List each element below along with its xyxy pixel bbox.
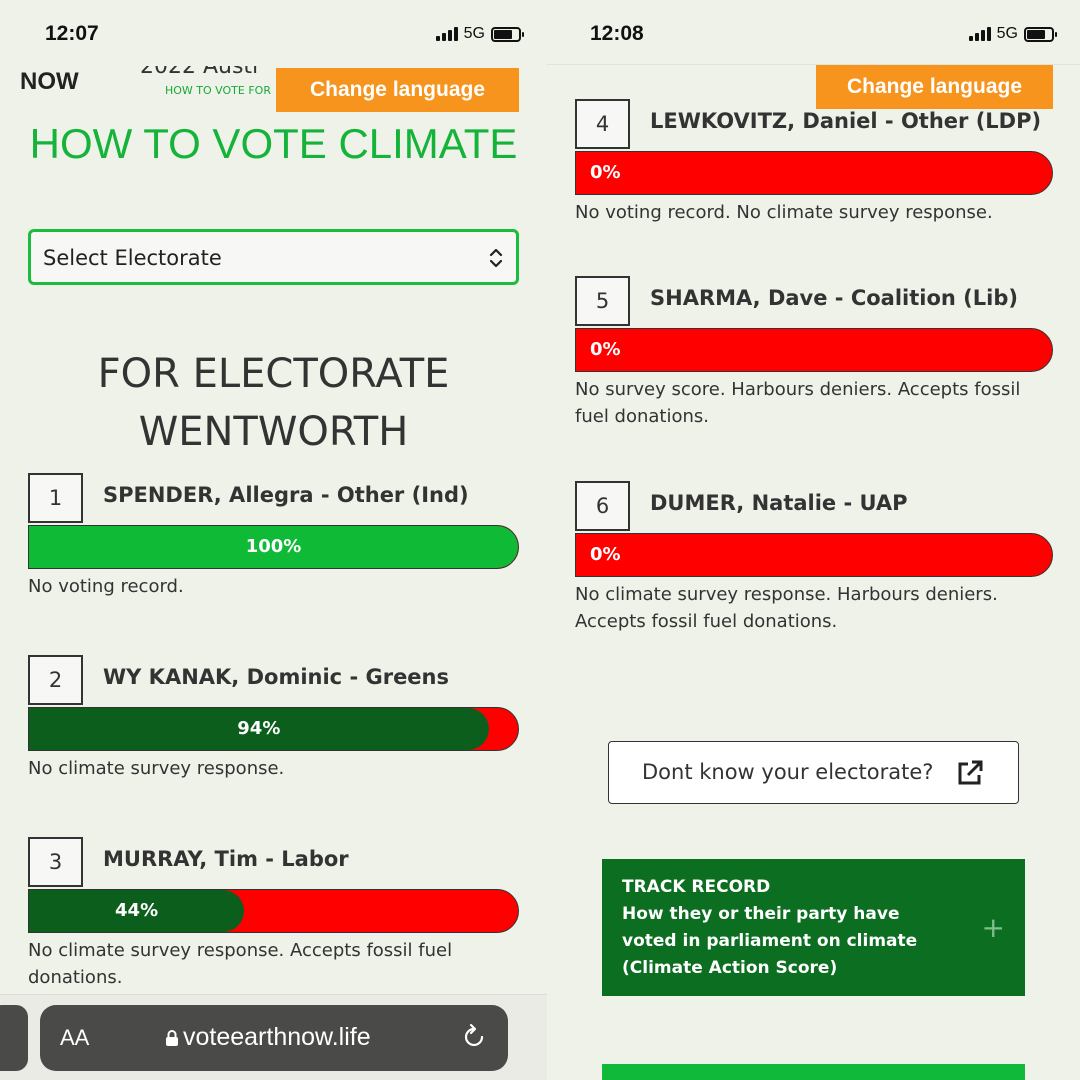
track-record-accordion[interactable]: TRACK RECORD How they or their party hav… [602,859,1025,996]
url-text: voteearthnow.life [183,1023,371,1051]
electorate-heading-line1: FOR ELECTORATE [97,351,450,397]
candidate-rank: 6 [575,481,630,531]
score-bar: 94% [28,707,519,751]
status-icons: 5G [435,25,524,43]
chevron-up-down-icon [489,248,503,268]
external-link-icon [958,760,983,785]
signal-icon [968,27,991,41]
candidate-rank: 1 [28,473,83,523]
status-icons: 5G [968,25,1057,43]
candidate-rank: 3 [28,837,83,887]
page-title: HOW TO VOTE CLIMATE [29,120,518,167]
candidate-name: WY KANAK, Dominic - Greens [103,665,449,689]
score-bar: 0% [575,328,1053,372]
right-screenshot: 12:08 5G Change language 4 LEWKOVITZ, Da… [547,0,1080,1080]
candidate-note: No voting record. No climate survey resp… [575,202,993,223]
electorate-heading: FOR ELECTORATE WENTWORTH [0,345,547,461]
score-bar: 100% [28,525,519,569]
reload-icon[interactable] [460,1023,488,1051]
score-bar: 44% [28,889,519,933]
browser-toolbar: AA voteearthnow.life [0,994,547,1080]
select-electorate-dropdown[interactable]: Select Electorate [28,229,519,285]
battery-icon [1024,26,1057,42]
candidate-rank: 4 [575,99,630,149]
candidate-note: No voting record. [28,576,184,597]
track-record-heading: TRACK RECORD [622,877,771,897]
candidate-name: DUMER, Natalie - UAP [650,491,908,515]
candidate-name: MURRAY, Tim - Labor [103,847,349,871]
status-bar: 12:08 5G [547,0,1080,66]
network-label: 5G [996,25,1018,42]
left-screenshot: NOW 2022 Austr HOW TO VOTE FOR 12:07 5G … [0,0,547,1080]
score-bar: 0% [575,151,1053,195]
change-language-button[interactable]: Change language [276,68,519,112]
candidate-rank: 5 [575,276,630,326]
electorate-heading-line2: WENTWORTH [138,409,409,455]
next-section-block[interactable] [602,1064,1025,1080]
candidate-note: No climate survey response. Accepts foss… [28,940,453,988]
reader-settings-button[interactable]: AA [60,1025,89,1051]
status-time: 12:07 [45,22,99,45]
change-language-button[interactable]: Change language [816,65,1053,109]
score-percent: 44% [115,900,159,921]
candidate-name: SHARMA, Dave - Coalition (Lib) [650,286,1018,310]
lock-icon [166,1029,178,1046]
score-percent: 0% [590,544,621,565]
score-percent: 0% [590,162,621,183]
score-percent: 100% [245,536,302,557]
previous-tab[interactable] [0,1005,28,1071]
candidate-note: No climate survey response. [28,758,285,779]
candidate-rank: 2 [28,655,83,705]
network-label: 5G [463,25,485,42]
select-electorate-label: Select Electorate [43,246,222,270]
status-bar: 12:07 5G [0,0,547,66]
expand-plus-icon[interactable]: + [982,911,1005,944]
track-record-description: How they or their party have voted in pa… [622,904,918,978]
candidate-name: LEWKOVITZ, Daniel - Other (LDP) [650,109,1042,133]
signal-icon [435,27,458,41]
header-sublink[interactable]: HOW TO VOTE FOR [165,84,271,97]
dont-know-label: Dont know your electorate? [642,760,934,784]
candidate-name: SPENDER, Allegra - Other (Ind) [103,483,469,507]
status-time: 12:08 [590,22,644,45]
url-display[interactable]: voteearthnow.life [165,1023,371,1052]
score-bar: 0% [575,533,1053,577]
score-percent: 94% [237,718,281,739]
score-percent: 0% [590,339,621,360]
dont-know-electorate-button[interactable]: Dont know your electorate? [608,741,1019,804]
candidate-note: No climate survey response. Harbours den… [575,584,998,632]
earth-now-logo[interactable]: NOW [20,68,79,96]
battery-icon [491,26,524,42]
address-bar[interactable]: AA voteearthnow.life [40,1005,508,1071]
candidate-note: No survey score. Harbours deniers. Accep… [575,379,1021,427]
